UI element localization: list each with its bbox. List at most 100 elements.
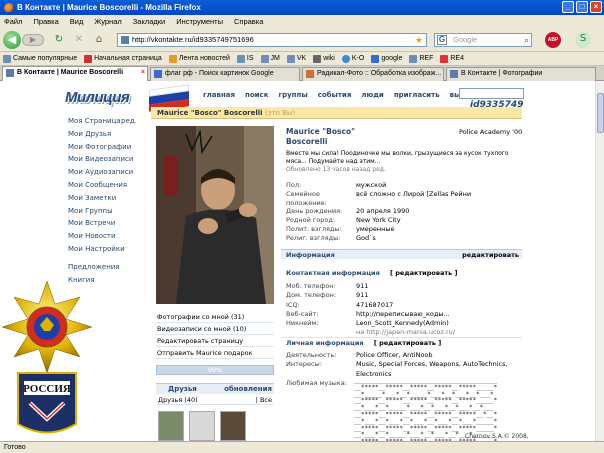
site-favicon: [121, 36, 129, 44]
topnav-home[interactable]: главная: [203, 91, 235, 99]
menu-history[interactable]: Журнал: [94, 17, 121, 26]
personal-row: Деятельность: Police Officer, AntiNoob: [286, 351, 433, 359]
topnav-people[interactable]: люди: [361, 91, 384, 99]
nav-my-news[interactable]: Мои Новости: [68, 230, 148, 243]
personal-edit-link[interactable]: [ редактировать ]: [374, 339, 441, 347]
profile-school[interactable]: Police Academy '00: [459, 128, 522, 136]
friends-title[interactable]: Друзья: [168, 384, 197, 395]
info-row: Пол: мужской: [286, 181, 387, 189]
stop-icon[interactable]: ✕: [72, 33, 86, 47]
minimize-button[interactable]: _: [562, 1, 574, 13]
friend-thumbnail[interactable]: [158, 411, 184, 441]
site-logo[interactable]: Милиция: [65, 84, 192, 112]
globe-icon: [341, 54, 350, 63]
info-row: День рождения: 20 апреля 1990: [286, 207, 410, 216]
back-button[interactable]: ◀: [3, 31, 21, 49]
friends-updates[interactable]: обновления: [224, 384, 272, 395]
nav-my-photos[interactable]: Мои Фотографии: [68, 141, 148, 154]
nav-my-settings[interactable]: Мои Настройки: [68, 243, 148, 256]
nav-my-notes[interactable]: Мои Заметки: [68, 192, 148, 205]
bookmarks-toolbar: Самые популярные Начальная страница Лент…: [0, 52, 604, 66]
contact-edit-link[interactable]: [ редактировать ]: [390, 269, 457, 277]
menu-edit[interactable]: Правка: [33, 17, 58, 26]
friend-thumbnail[interactable]: [220, 411, 246, 441]
info-row: Родной город: New York City: [286, 216, 401, 225]
info-edit-link[interactable]: редактировать: [462, 250, 519, 260]
photos-with-me-link[interactable]: Фотографии со мной (31): [156, 311, 274, 323]
menu-file[interactable]: Файл: [4, 17, 22, 26]
nav-my-messages[interactable]: Мои Сообщения: [68, 179, 148, 192]
adblock-plus-icon[interactable]: ABP: [545, 32, 561, 48]
rss-icon: [168, 54, 177, 63]
profile-status: Вместе мы сила! Поодиночке мы волки, гры…: [286, 150, 516, 174]
tab-radikal[interactable]: Радикал-Фото :: Обработка изображ...: [302, 67, 444, 81]
close-tab-icon[interactable]: ×: [141, 67, 145, 79]
topnav-groups[interactable]: группы: [278, 91, 307, 99]
nav-my-videos[interactable]: Мои Видеозаписи: [68, 153, 148, 166]
nav-my-friends[interactable]: Мои Друзья: [68, 128, 148, 141]
close-button[interactable]: ×: [590, 1, 602, 13]
edit-menu-link[interactable]: ред.: [121, 115, 137, 128]
search-box[interactable]: G Google ⌕: [434, 33, 532, 47]
send-gift-link[interactable]: Отправить Maurice подарок: [156, 347, 274, 359]
profile-photo[interactable]: [156, 126, 274, 304]
tab-vk-photos[interactable]: В Контакте | Фотографии: [446, 67, 596, 81]
website-link[interactable]: http://переписываю_коды...: [356, 310, 518, 319]
bookmark-item[interactable]: JM: [260, 54, 280, 63]
info-section-title: Информация: [286, 251, 335, 259]
friends-all-link[interactable]: | Все: [256, 395, 272, 405]
search-icon[interactable]: ⌕: [524, 34, 529, 46]
nav-my-events[interactable]: Мои Встречи: [68, 217, 148, 230]
address-text: http://vkontakte.ru/id9335749751696: [132, 35, 254, 44]
skype-icon[interactable]: S: [575, 32, 591, 48]
topnav-invite[interactable]: пригласить: [394, 91, 440, 99]
forward-button[interactable]: ▶: [22, 34, 44, 46]
menu-tools[interactable]: Инструменты: [176, 17, 223, 26]
status-bar: Готово: [0, 441, 604, 453]
bookmark-item[interactable]: RE4: [440, 54, 464, 63]
menu-bookmarks[interactable]: Закладки: [133, 17, 165, 26]
site-topnav: главная поиск группы события люди пригла…: [203, 91, 474, 99]
bookmark-icon: [236, 54, 245, 63]
bookmark-item[interactable]: Самые популярные: [3, 54, 77, 63]
profile-info: Пол: мужской Семейное положение: всё сложн…: [286, 181, 518, 243]
contact-row: Веб-сайт: http://переписываю_коды...: [286, 310, 518, 319]
friend-thumbnail[interactable]: [189, 411, 215, 441]
nav-my-groups[interactable]: Мои Группы: [68, 205, 148, 218]
contact-row: Моб. телефон: 911: [286, 282, 369, 290]
bookmark-item[interactable]: IS: [236, 54, 254, 63]
topnav-events[interactable]: события: [318, 91, 352, 99]
contact-info: Моб. телефон: 911 Дом. телефон: 911 ICQ: 47…: [286, 282, 518, 338]
topnav-search[interactable]: поиск: [245, 91, 268, 99]
scrollbar-thumb[interactable]: [597, 93, 604, 133]
rating-bar: 99%: [156, 365, 274, 375]
bookmark-item[interactable]: wiki: [313, 54, 335, 63]
bookmark-item[interactable]: REF: [409, 54, 433, 63]
bookmark-item[interactable]: Лента новостей: [168, 54, 230, 63]
vertical-scrollbar[interactable]: [595, 81, 604, 441]
police-badge-emblem: РОССИЯ: [1, 280, 93, 434]
site-search-input[interactable]: [459, 88, 524, 99]
home-icon[interactable]: ⌂: [92, 33, 106, 47]
reload-icon[interactable]: ↻: [52, 33, 66, 47]
bookmark-item[interactable]: Начальная страница: [84, 54, 162, 63]
left-navigation: ред. Моя Страница Мои Друзья Мои Фотогра…: [68, 115, 148, 286]
menu-help[interactable]: Справка: [234, 17, 263, 26]
google-icon[interactable]: G: [437, 35, 447, 45]
nav-my-audio[interactable]: Мои Аудиозаписи: [68, 166, 148, 179]
maximize-button[interactable]: □: [576, 1, 588, 13]
bookmark-item[interactable]: K-O: [341, 54, 364, 63]
contact-row: Дом. телефон: 911: [286, 291, 369, 300]
copyright: Chernov S.A.© 2008,: [465, 433, 529, 440]
bookmark-star-icon[interactable]: ★: [415, 34, 423, 46]
bookmark-item[interactable]: google: [371, 54, 402, 63]
tab-vkontakte[interactable]: В Контакте | Maurice Boscorelli ×: [2, 66, 148, 81]
tab-google-images[interactable]: флаг рф - Поиск картинок Google: [150, 67, 300, 81]
address-bar[interactable]: http://vkontakte.ru/id9335749751696 ★: [117, 33, 427, 47]
nav-suggestions[interactable]: Предложения: [68, 261, 148, 274]
bookmark-item[interactable]: VK: [286, 54, 306, 63]
radikal-icon: [306, 70, 314, 78]
edit-page-link[interactable]: Редактировать страницу: [156, 335, 274, 347]
videos-with-me-link[interactable]: Видеозаписи со мной (10): [156, 323, 274, 335]
menu-view[interactable]: Вид: [70, 17, 84, 26]
